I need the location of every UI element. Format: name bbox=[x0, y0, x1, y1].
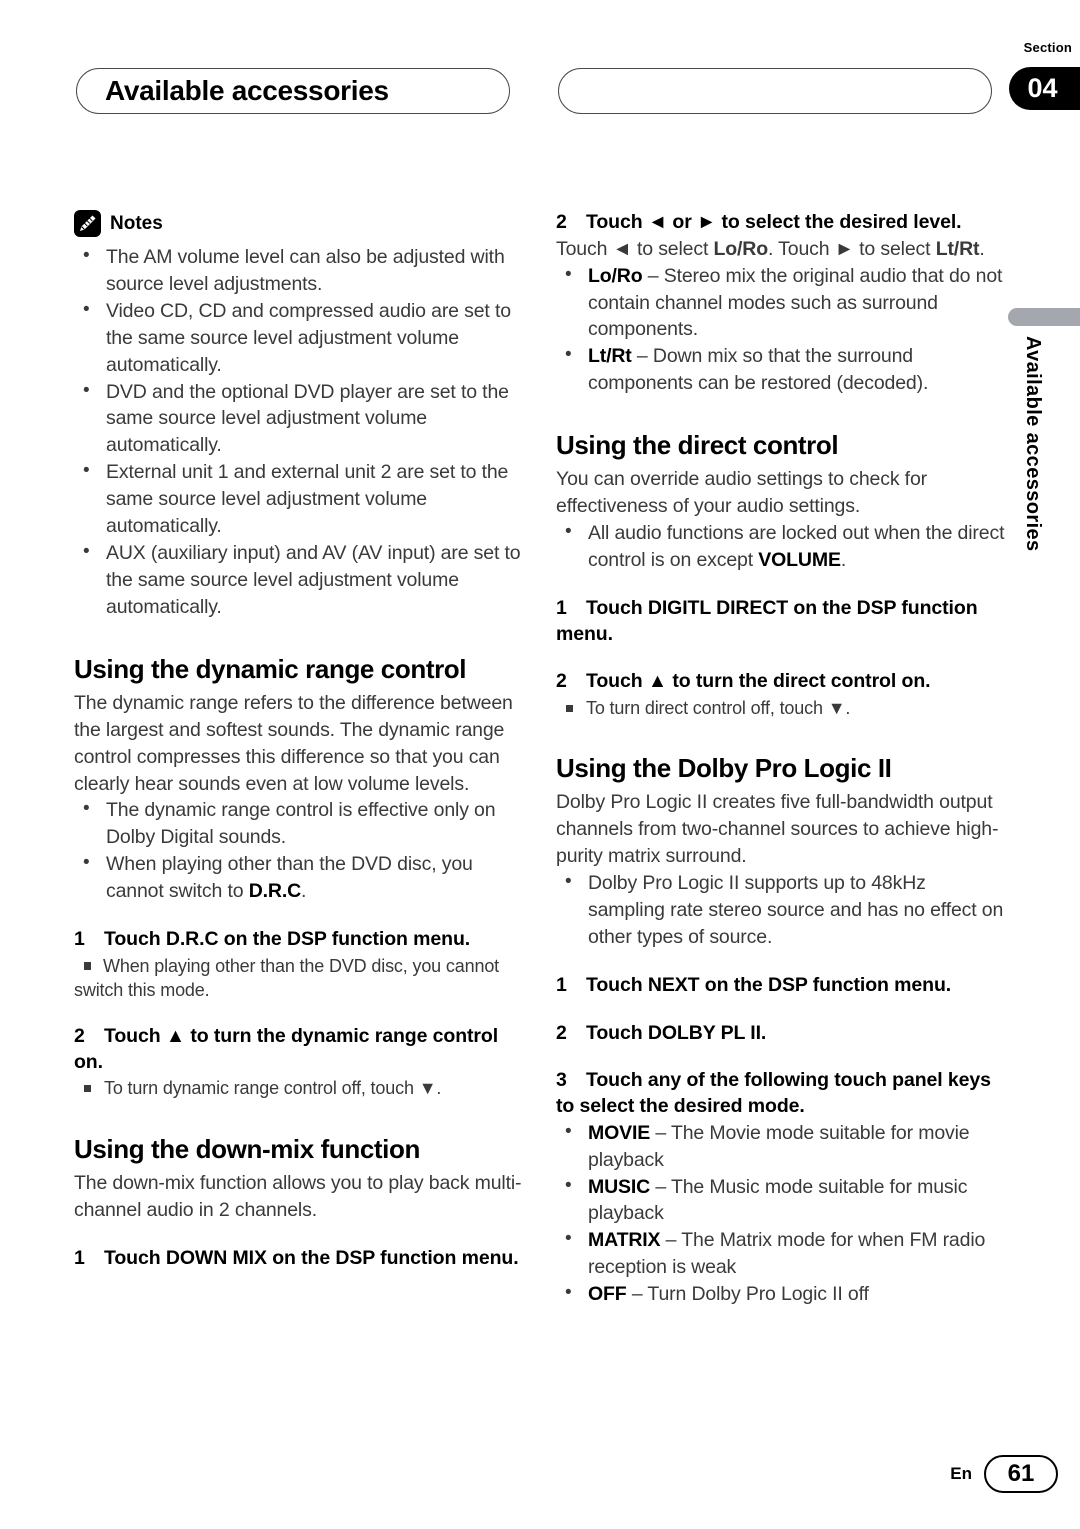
step-number: 2 bbox=[556, 1021, 567, 1044]
notes-label: Notes bbox=[110, 212, 163, 234]
notes-list: The AM volume level can also be adjusted… bbox=[74, 243, 523, 621]
list-item: Lo/Ro – Stereo mix the original audio th… bbox=[556, 262, 1005, 344]
list-item: MATRIX – The Matrix mode for when FM rad… bbox=[556, 1226, 1005, 1281]
header-empty-pill bbox=[558, 68, 992, 114]
footer-language: En bbox=[950, 1464, 972, 1483]
step-number: 1 bbox=[74, 928, 85, 951]
down-mix-intro: The down-mix function allows you to play… bbox=[74, 1171, 522, 1221]
list-item: MUSIC – The Music mode suitable for musi… bbox=[556, 1173, 1005, 1228]
page-title-pill: Available accessories bbox=[76, 68, 510, 114]
step-drc-1-note: When playing other than the DVD disc, yo… bbox=[74, 954, 523, 1002]
dolby-pro-logic-bullets: Dolby Pro Logic II supports up to 48kHz … bbox=[556, 869, 1005, 951]
list-item: All audio functions are locked out when … bbox=[556, 519, 1005, 574]
step-number: 1 bbox=[74, 1246, 85, 1269]
step-text: Touch D.R.C on the DSP function menu. bbox=[104, 928, 471, 951]
notes-header: Notes bbox=[74, 210, 523, 237]
list-item: Lt/Rt – Down mix so that the surround co… bbox=[556, 342, 1005, 397]
step-text: Touch DOWN MIX on the DSP function menu. bbox=[104, 1246, 519, 1269]
dynamic-range-bullets: The dynamic range control is effective o… bbox=[74, 796, 523, 905]
step-drc-2-note: To turn dynamic range control off, touch… bbox=[74, 1076, 523, 1100]
direct-control-intro: You can override audio settings to check… bbox=[556, 468, 927, 518]
section-heading-dolby-pro-logic: Using the Dolby Pro Logic II bbox=[556, 753, 892, 784]
page-title: Available accessories bbox=[105, 75, 389, 106]
direct-control-bullets: All audio functions are locked out when … bbox=[556, 519, 1005, 574]
step-text: Touch ▲ to turn the dynamic range contro… bbox=[74, 1025, 499, 1073]
list-item: OFF – Turn Dolby Pro Logic II off bbox=[556, 1280, 1005, 1308]
step-drc-2: 2 Touch ▲ to turn the dynamic range contr… bbox=[74, 1024, 523, 1075]
step-downmix-2-desc: Touch ◄ to select Lo/Ro. Touch ► to sele… bbox=[556, 237, 985, 260]
step-text: Touch DOLBY PL II. bbox=[586, 1021, 767, 1044]
list-item: The dynamic range control is effective o… bbox=[74, 796, 523, 851]
step-downmix-2: 2 Touch ◄ or ► to select the desired leve… bbox=[556, 210, 1005, 236]
step-dolby-1: 1 Touch NEXT on the DSP function menu. bbox=[556, 973, 1005, 999]
list-item: The AM volume level can also be adjusted… bbox=[74, 243, 523, 298]
step-number: 2 bbox=[74, 1025, 85, 1047]
step-number: 2 bbox=[556, 211, 567, 233]
section-label: Section bbox=[1023, 40, 1072, 55]
left-column: Notes The AM volume level can also be ad… bbox=[74, 210, 523, 1271]
step-text: Touch ◄ or ► to select the desired level… bbox=[586, 211, 962, 233]
note-text: When playing other than the DVD disc, yo… bbox=[74, 955, 500, 1000]
step-number: 1 bbox=[556, 596, 567, 619]
section-heading-dynamic-range: Using the dynamic range control bbox=[74, 653, 467, 684]
list-item: AUX (auxiliary input) and AV (AV input) … bbox=[74, 539, 523, 621]
dolby-pro-logic-intro: Dolby Pro Logic II creates five full-ban… bbox=[556, 791, 999, 868]
list-item: MOVIE – The Movie mode suitable for movi… bbox=[556, 1119, 1005, 1174]
step-downmix-1: 1 Touch DOWN MIX on the DSP function menu… bbox=[74, 1246, 523, 1272]
pencil-note-icon bbox=[74, 210, 101, 237]
square-bullet-icon bbox=[84, 961, 91, 969]
downmix-level-list: Lo/Ro – Stereo mix the original audio th… bbox=[556, 262, 1005, 398]
right-column: 2 Touch ◄ or ► to select the desired leve… bbox=[556, 210, 1005, 1308]
step-drc-1: 1 Touch D.R.C on the DSP function menu. bbox=[74, 927, 523, 953]
section-heading-down-mix: Using the down-mix function bbox=[74, 1133, 420, 1164]
section-number-badge: 04 bbox=[1009, 67, 1080, 110]
list-item: When playing other than the DVD disc, yo… bbox=[74, 850, 523, 905]
step-number: 3 bbox=[556, 1069, 567, 1092]
step-direct-2-note: To turn direct control off, touch ▼. bbox=[556, 696, 1005, 720]
dynamic-range-intro: The dynamic range refers to the differen… bbox=[74, 691, 513, 795]
list-item: External unit 1 and external unit 2 are … bbox=[74, 458, 523, 540]
footer-page-number: 61 bbox=[984, 1455, 1058, 1493]
manual-page: Available accessories Section 04 Availab… bbox=[0, 0, 1080, 1529]
section-heading-direct-control: Using the direct control bbox=[556, 430, 839, 461]
list-item: Video CD, CD and compressed audio are se… bbox=[74, 297, 523, 379]
step-number: 1 bbox=[556, 973, 567, 996]
side-tab-label: Available accessories bbox=[1022, 336, 1044, 552]
step-direct-2: 2 Touch ▲ to turn the direct control on. bbox=[556, 669, 1005, 695]
step-text: Touch any of the following touch panel k… bbox=[556, 1069, 991, 1117]
step-text: Touch NEXT on the DSP function menu. bbox=[586, 973, 952, 996]
side-tab-bar bbox=[1008, 308, 1080, 326]
step-text: Touch ▲ to turn the direct control on. bbox=[586, 670, 931, 693]
step-text: Touch DIGITL DIRECT on the DSP function … bbox=[556, 596, 978, 645]
step-number: 2 bbox=[556, 670, 567, 693]
list-item: Dolby Pro Logic II supports up to 48kHz … bbox=[556, 869, 1005, 951]
step-direct-1: 1 Touch DIGITL DIRECT on the DSP function… bbox=[556, 596, 1005, 647]
step-dolby-2: 2 Touch DOLBY PL II. bbox=[556, 1021, 1005, 1047]
step-dolby-3: 3 Touch any of the following touch panel … bbox=[556, 1068, 1005, 1119]
list-item: DVD and the optional DVD player are set … bbox=[74, 378, 523, 460]
dolby-mode-list: MOVIE – The Movie mode suitable for movi… bbox=[556, 1119, 1005, 1308]
